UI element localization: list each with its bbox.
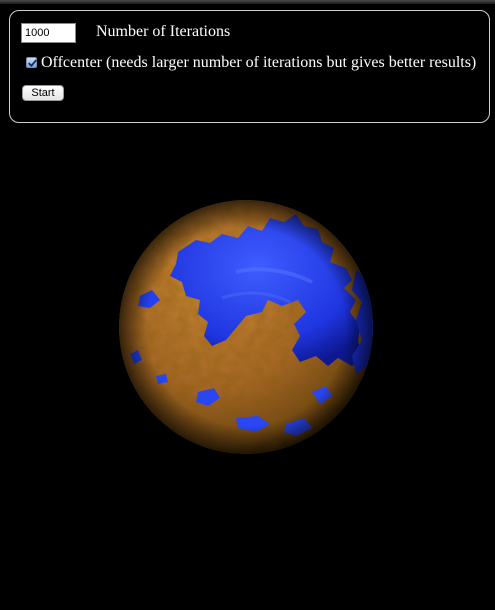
planet-sphere — [119, 200, 373, 454]
render-canvas[interactable] — [0, 130, 495, 605]
iterations-input[interactable] — [21, 23, 76, 43]
offcenter-label: Offcenter (needs larger number of iterat… — [41, 54, 477, 71]
checkmark-icon — [28, 59, 37, 67]
start-button[interactable]: Start — [22, 85, 64, 101]
offcenter-checkbox[interactable] — [26, 57, 37, 68]
controls-panel: Number of Iterations Offcenter (needs la… — [9, 10, 490, 123]
iterations-label: Number of Iterations — [96, 23, 231, 40]
window-top-strip — [0, 0, 495, 4]
